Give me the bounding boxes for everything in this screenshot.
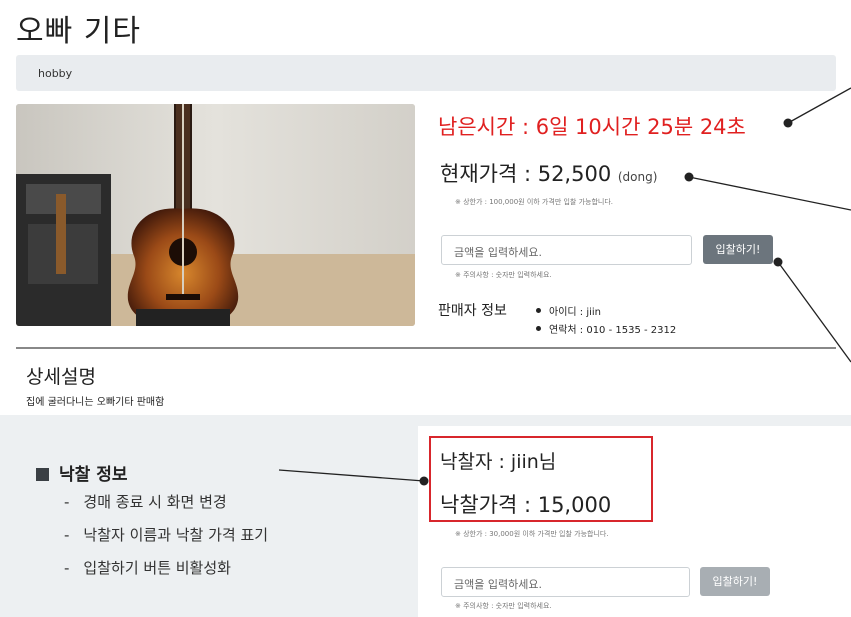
annotation-lines (278, 87, 851, 486)
page: 오빠 기타 hobby 남은시간: 6일 10시간 25분 24초 현재가격 … (0, 0, 851, 617)
annotation-dot-icon (783, 118, 793, 128)
annotation-dot-icon (419, 476, 429, 486)
annotation-dot-icon (684, 172, 694, 182)
annotation-dot-icon (773, 257, 783, 267)
